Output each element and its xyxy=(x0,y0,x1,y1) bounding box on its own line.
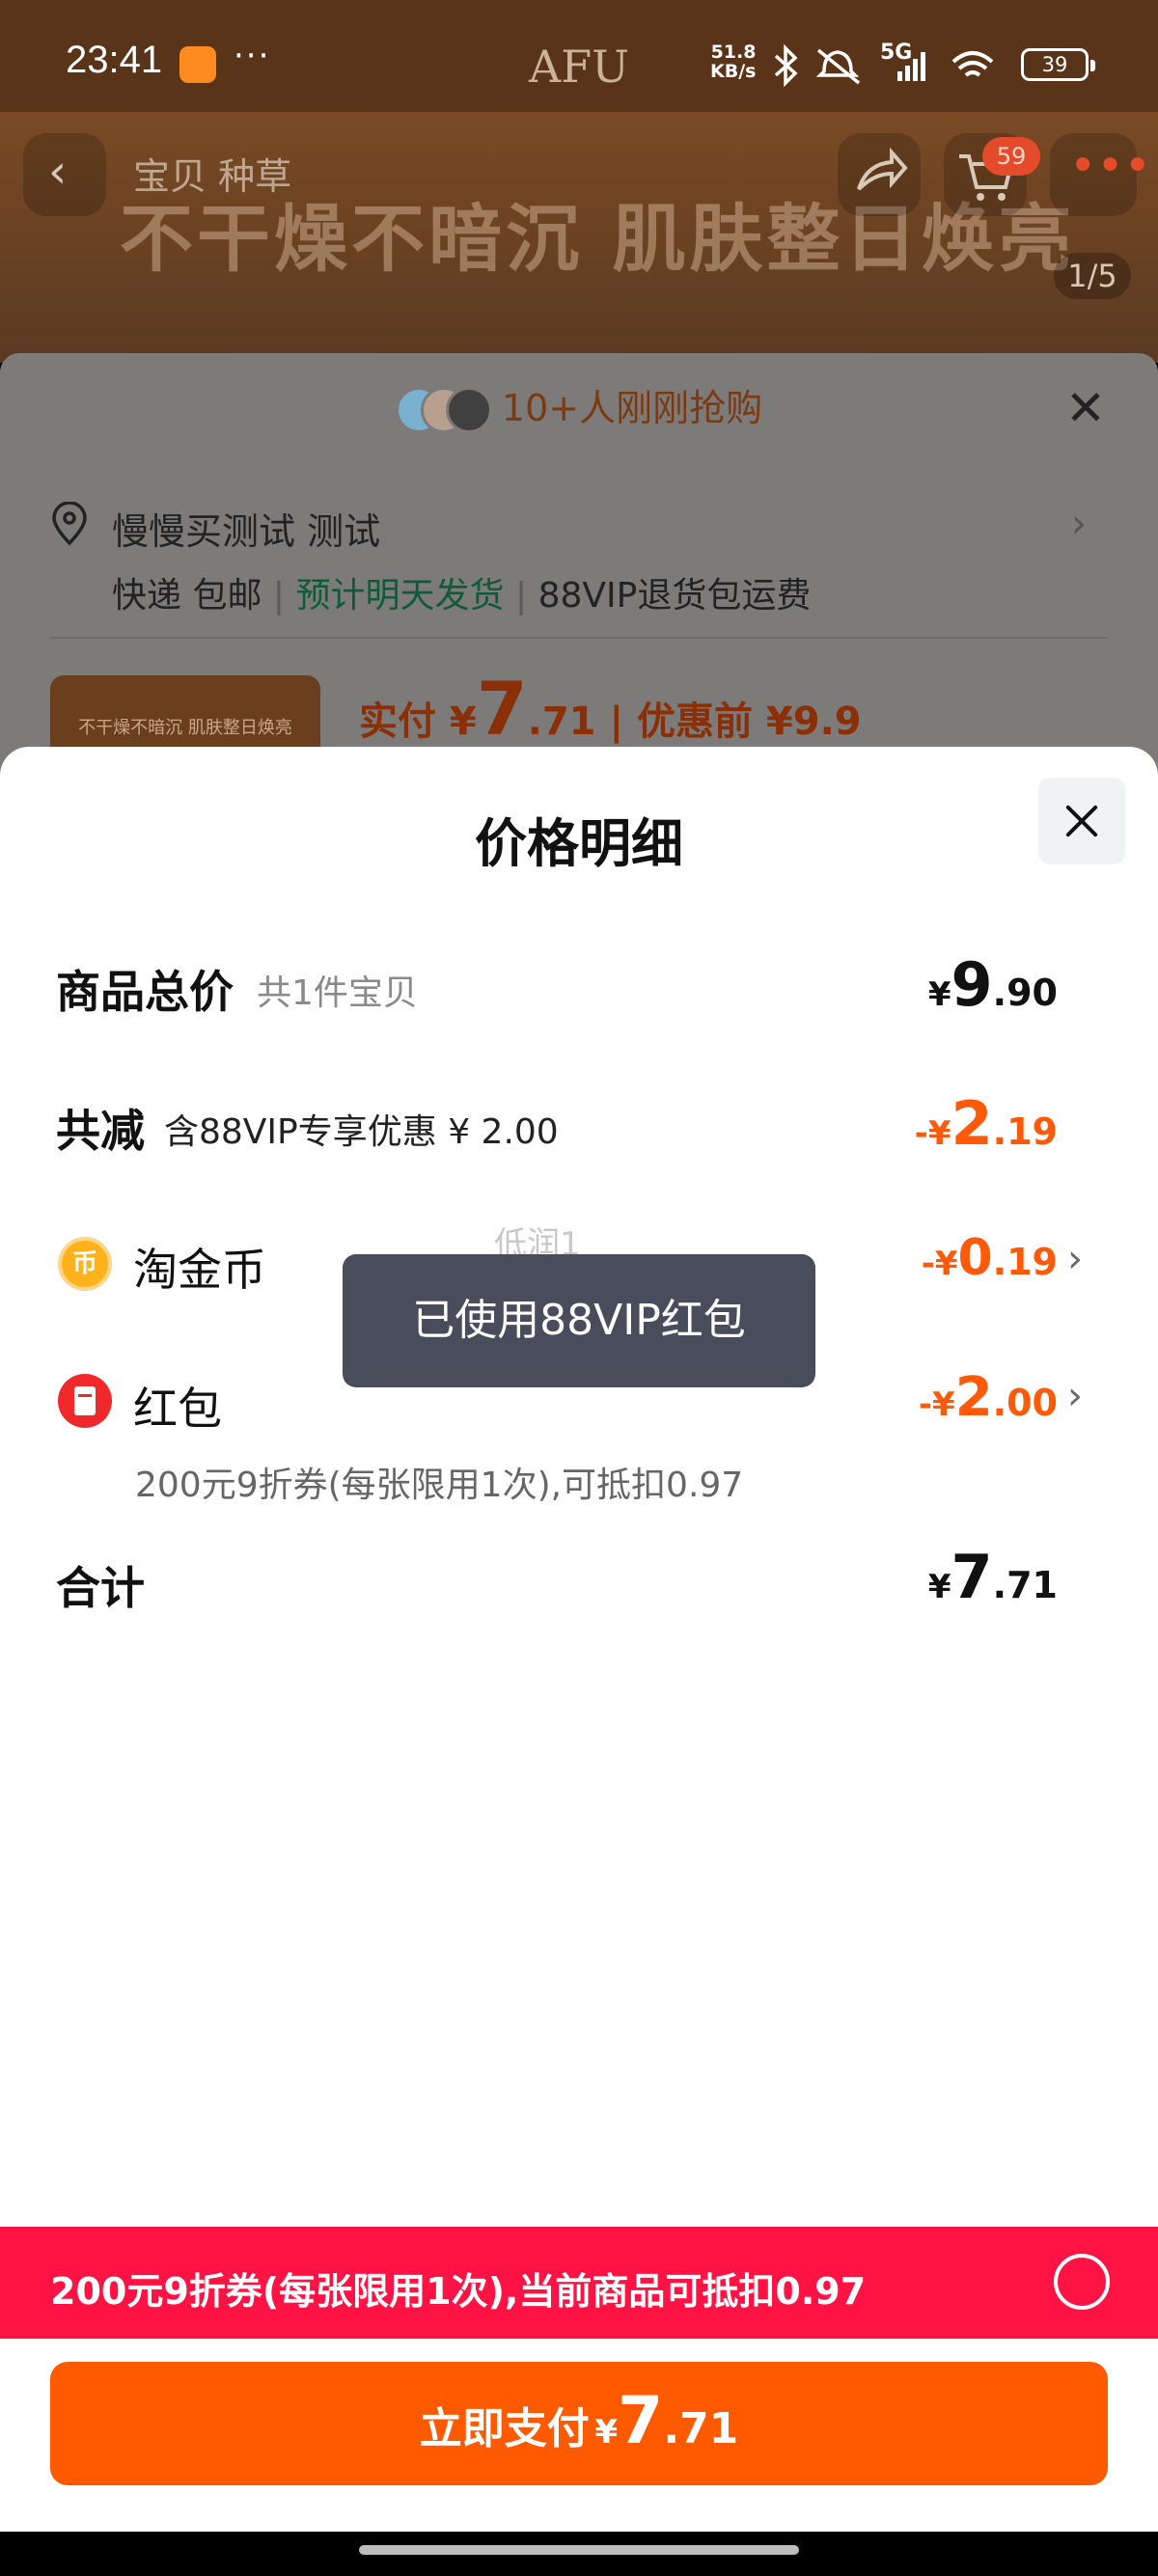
address-name[interactable]: 慢慢买测试 测试 xyxy=(112,502,380,555)
status-time: 23:41 xyxy=(66,39,163,81)
battery-icon: 39 xyxy=(1021,48,1095,81)
radio-icon[interactable] xyxy=(1054,2254,1110,2310)
more-button[interactable]: ••• xyxy=(1050,133,1151,216)
share-icon xyxy=(857,147,908,191)
home-indicator[interactable] xyxy=(359,2545,799,2555)
sku-close-icon[interactable]: ✕ xyxy=(1065,380,1106,436)
chevron-right-icon[interactable]: › xyxy=(1067,1237,1083,1281)
app-notification-icon xyxy=(179,46,216,83)
chevron-right-icon[interactable]: › xyxy=(1071,502,1087,546)
watermark-logo: AFU xyxy=(529,41,629,93)
actual-pay-price: 实付 ¥7.71 | 优惠前 ¥9.9 xyxy=(359,666,862,752)
goods-count: 共1件宝贝 xyxy=(257,973,418,1013)
total-reduce-amount: -¥2.19 xyxy=(914,1088,1058,1159)
mute-icon xyxy=(815,48,861,85)
avatar xyxy=(445,386,492,433)
vip-discount-note: 含88VIP专享优惠 ¥ 2.00 xyxy=(164,1112,559,1152)
location-pin-icon xyxy=(52,502,87,546)
goods-total-label: 商品总价 xyxy=(56,966,234,1018)
recent-buyers: 10+人刚刚抢购 xyxy=(0,378,1158,435)
bluetooth-icon xyxy=(774,44,798,87)
chevron-right-icon[interactable]: › xyxy=(1067,1374,1083,1418)
red-packet-amount[interactable]: -¥2.00 xyxy=(919,1366,1058,1429)
more-notifications-icon: ··· xyxy=(234,37,271,75)
image-index: 1/5 xyxy=(1054,253,1131,299)
goods-total-amount: ¥9.90 xyxy=(927,949,1058,1020)
buyer-avatars xyxy=(395,386,492,435)
banner-slogan: 不干燥不暗沉 肌肤整日焕亮 xyxy=(120,196,1076,282)
pay-now-button[interactable]: 立即支付 ¥7.71 xyxy=(50,2362,1108,2485)
wifi-icon xyxy=(951,51,994,77)
total-amount: ¥7.71 xyxy=(927,1542,1058,1612)
close-button[interactable] xyxy=(1038,778,1125,864)
status-bar: 23:41 ··· AFU 51.8 KB/s 5G 39 xyxy=(0,0,1158,112)
back-icon: ‹ xyxy=(48,145,68,199)
coin-icon: 币 xyxy=(58,1237,112,1291)
cart-count-badge: 59 xyxy=(982,137,1040,176)
total-reduce-label: 共减 xyxy=(56,1105,145,1157)
coupon-text: 200元9折券(每张限用1次),当前商品可抵扣0.97 xyxy=(50,2270,867,2313)
red-packet-description: 200元9折券(每张限用1次),可抵扣0.97 xyxy=(135,1466,744,1505)
more-icon: ••• xyxy=(1069,139,1151,193)
total-label: 合计 xyxy=(56,1562,145,1614)
divider xyxy=(50,637,1108,639)
back-button[interactable]: ‹ xyxy=(23,133,106,216)
shipping-info: 快递 包邮 | 预计明天发货 | 88VIP退货包运费 xyxy=(112,576,812,616)
coin-label[interactable]: 淘金币 xyxy=(133,1235,266,1299)
red-packet-label[interactable]: 红包 xyxy=(133,1374,222,1438)
toast-message: 已使用88VIP红包 xyxy=(343,1254,815,1387)
network-type: 5G xyxy=(880,41,913,65)
share-button[interactable] xyxy=(838,133,921,216)
coin-amount[interactable]: -¥0.19 xyxy=(922,1229,1058,1287)
network-speed: 51.8 KB/s xyxy=(710,41,757,82)
red-packet-icon xyxy=(58,1374,112,1428)
page-title: 价格明细 xyxy=(475,813,683,874)
